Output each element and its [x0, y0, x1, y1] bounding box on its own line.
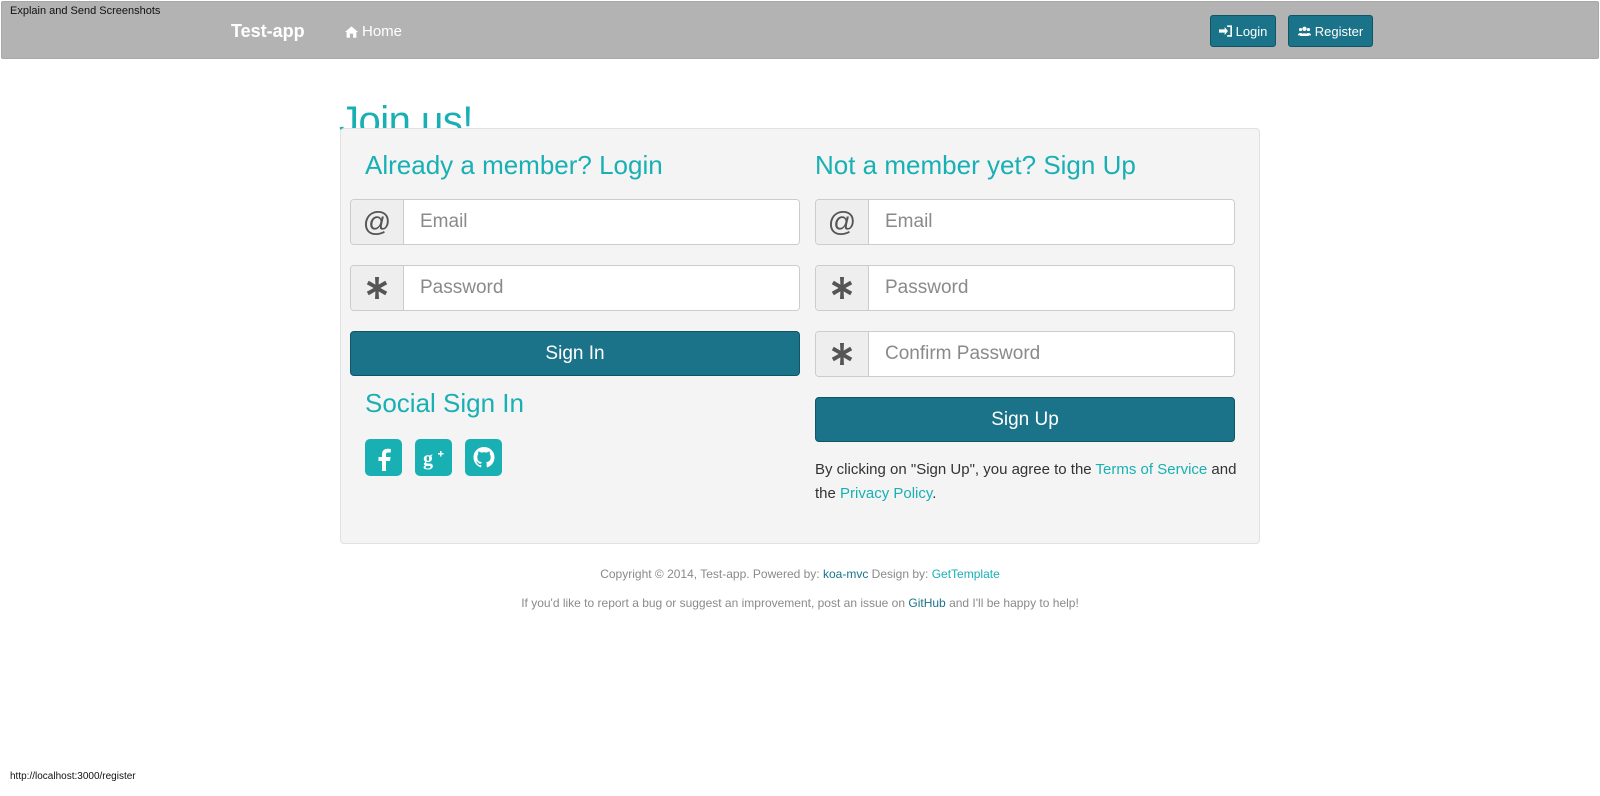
report-suffix: and I'll be happy to help!: [949, 596, 1079, 610]
terms-suffix: .: [932, 485, 937, 502]
google-plus-icon[interactable]: g: [415, 439, 452, 476]
signup-heading: Not a member yet? Sign Up: [815, 150, 1136, 180]
login-password-group: [350, 265, 800, 311]
signup-password-group: [815, 265, 1235, 311]
signup-confirm-password-input[interactable]: [869, 332, 1234, 376]
at-icon: @: [816, 200, 869, 244]
login-button-label: Login: [1235, 23, 1268, 39]
footer-copyright: Copyright © 2014, Test-app. Powered by: …: [0, 567, 1600, 581]
asterisk-icon: [816, 332, 869, 376]
brand-link[interactable]: Test-app: [231, 21, 305, 42]
sign-in-button[interactable]: Sign In: [350, 331, 800, 376]
signup-email-group: @: [815, 199, 1235, 245]
social-heading: Social Sign In: [365, 388, 524, 418]
home-icon: [345, 25, 358, 38]
design-by-text: Design by:: [871, 567, 929, 581]
footer-report: If you'd like to report a bug or suggest…: [0, 596, 1600, 610]
navbar: Test-app Home Login Register: [1, 1, 1599, 59]
login-heading: Already a member? Login: [365, 150, 663, 180]
users-icon: [1297, 26, 1311, 37]
terms-prefix: By clicking on "Sign Up", you agree to t…: [815, 461, 1092, 478]
copyright-text: Copyright © 2014, Test-app. Powered by:: [600, 567, 820, 581]
report-text: If you'd like to report a bug or suggest…: [521, 596, 906, 610]
privacy-policy-link[interactable]: Privacy Policy: [840, 485, 932, 502]
nav-home-link[interactable]: Home: [345, 23, 402, 40]
signup-email-input[interactable]: [869, 200, 1234, 244]
nav-home-label: Home: [362, 23, 403, 40]
login-email-group: @: [350, 199, 800, 245]
at-icon: @: [351, 200, 404, 244]
sign-in-icon: [1218, 25, 1232, 37]
login-button[interactable]: Login: [1210, 15, 1276, 47]
terms-notice: By clicking on "Sign Up", you agree to t…: [815, 458, 1245, 506]
sign-up-button[interactable]: Sign Up: [815, 397, 1235, 442]
github-icon[interactable]: [465, 439, 502, 476]
terms-of-service-link[interactable]: Terms of Service: [1096, 461, 1208, 478]
gettemplate-link[interactable]: GetTemplate: [932, 567, 1000, 581]
register-button[interactable]: Register: [1288, 15, 1373, 47]
register-button-label: Register: [1314, 23, 1364, 39]
asterisk-icon: [816, 266, 869, 310]
koa-mvc-link[interactable]: koa-mvc: [823, 567, 868, 581]
login-email-input[interactable]: [404, 200, 799, 244]
facebook-icon[interactable]: [365, 439, 402, 476]
svg-text:g: g: [423, 448, 433, 470]
status-bar-url: http://localhost:3000/register: [10, 771, 136, 782]
github-link[interactable]: GitHub: [908, 596, 945, 610]
signup-password-input[interactable]: [869, 266, 1234, 310]
asterisk-icon: [351, 266, 404, 310]
login-password-input[interactable]: [404, 266, 799, 310]
signup-confirm-group: [815, 331, 1235, 377]
extension-note: Explain and Send Screenshots: [10, 5, 161, 17]
